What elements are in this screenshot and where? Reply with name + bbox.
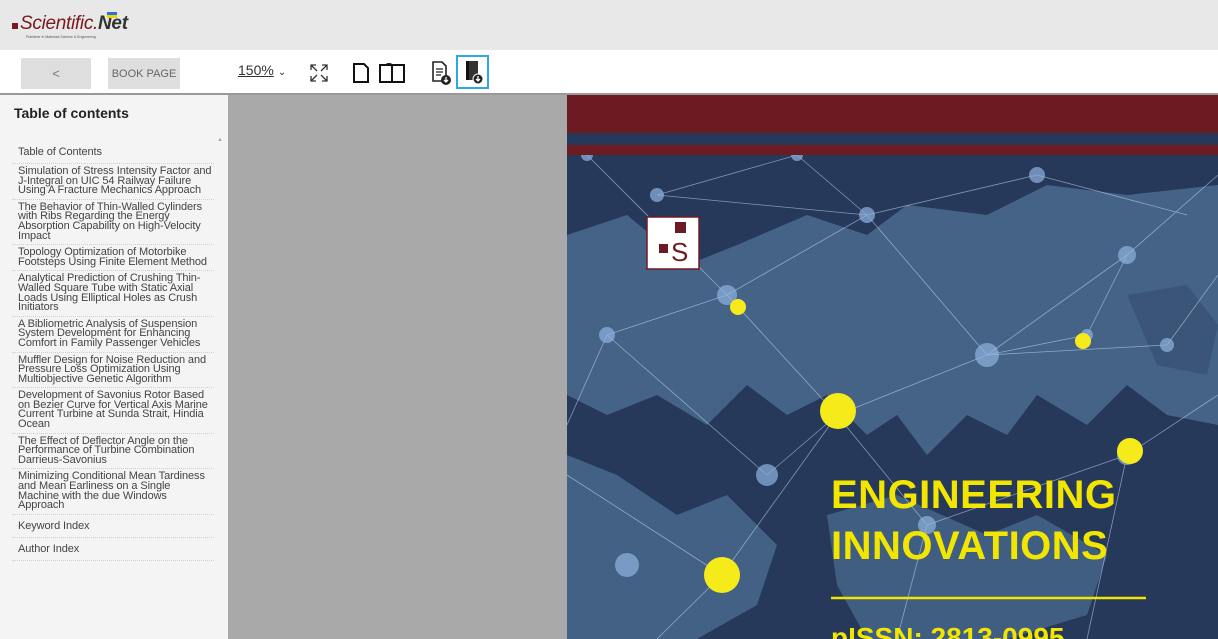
cover-title-line-2: INNOVATIONS <box>831 524 1108 568</box>
cover-logo-letter: S <box>671 237 688 267</box>
toc-item[interactable]: Analytical Prediction of Crushing Thin-W… <box>12 271 214 317</box>
toc-list: Table of Contents Simulation of Stress I… <box>12 141 214 561</box>
toc-item[interactable]: The Effect of Deflector Angle on the Per… <box>12 434 214 470</box>
toc-sidebar: Table of contents Table of Contents Simu… <box>0 95 228 639</box>
cover-artwork: S ENGINEERING INNOVATIONS pISSN: 2813-09… <box>567 95 1218 639</box>
zoom-value: 150% <box>238 62 274 78</box>
toc-item[interactable]: The Behavior of Thin-Walled Cylinders wi… <box>12 200 214 246</box>
download-page-icon[interactable] <box>426 58 456 88</box>
logo-square-mark <box>12 23 18 29</box>
toc-item[interactable]: Simulation of Stress Intensity Factor an… <box>12 164 214 200</box>
toc-item[interactable]: Topology Optimization of Motorbike Foots… <box>12 245 214 272</box>
toc-item[interactable]: Muffler Design for Noise Reduction and P… <box>12 353 214 389</box>
top-header: Scientific.Net Publisher in Materials Sc… <box>0 0 1218 50</box>
logo-tagline: Publisher in Materials Science & Enginee… <box>26 35 96 39</box>
toc-title: Table of contents <box>14 105 129 121</box>
logo-main-text: Scientific. <box>20 13 99 34</box>
download-book-icon[interactable] <box>456 55 489 89</box>
chevron-down-icon: ⌄ <box>277 67 287 78</box>
cover-issn: pISSN: 2813-0995 <box>831 622 1064 639</box>
toc-item[interactable]: Minimizing Conditional Mean Tardiness an… <box>12 469 214 515</box>
cover-title-line-1: ENGINEERING <box>831 473 1117 517</box>
toc-item[interactable]: A Bibliometric Analysis of Suspension Sy… <box>12 317 214 353</box>
toc-item[interactable]: Development of Savonius Rotor Based on B… <box>12 388 214 434</box>
back-button[interactable]: < <box>21 58 91 89</box>
toc-item[interactable]: Author Index <box>12 538 214 561</box>
book-cover-page: S ENGINEERING INNOVATIONS pISSN: 2813-09… <box>567 95 1218 639</box>
book-page-button[interactable]: BOOK PAGE <box>108 58 180 89</box>
two-page-icon[interactable] <box>377 58 407 88</box>
reader-toolbar: < BOOK PAGE 150% ⌄ <box>0 50 1218 95</box>
fullscreen-icon[interactable] <box>304 58 334 88</box>
toc-scrollbar[interactable]: ▲ <box>215 135 225 639</box>
single-page-icon[interactable] <box>346 58 376 88</box>
ukraine-flag-icon <box>107 12 117 18</box>
toc-item[interactable]: Table of Contents <box>12 141 214 164</box>
toc-item[interactable]: Keyword Index <box>12 515 214 538</box>
page-viewer[interactable]: S ENGINEERING INNOVATIONS pISSN: 2813-09… <box>228 95 1218 639</box>
zoom-select[interactable]: 150% ⌄ <box>238 62 286 78</box>
scroll-up-arrow-icon[interactable]: ▲ <box>217 137 223 143</box>
